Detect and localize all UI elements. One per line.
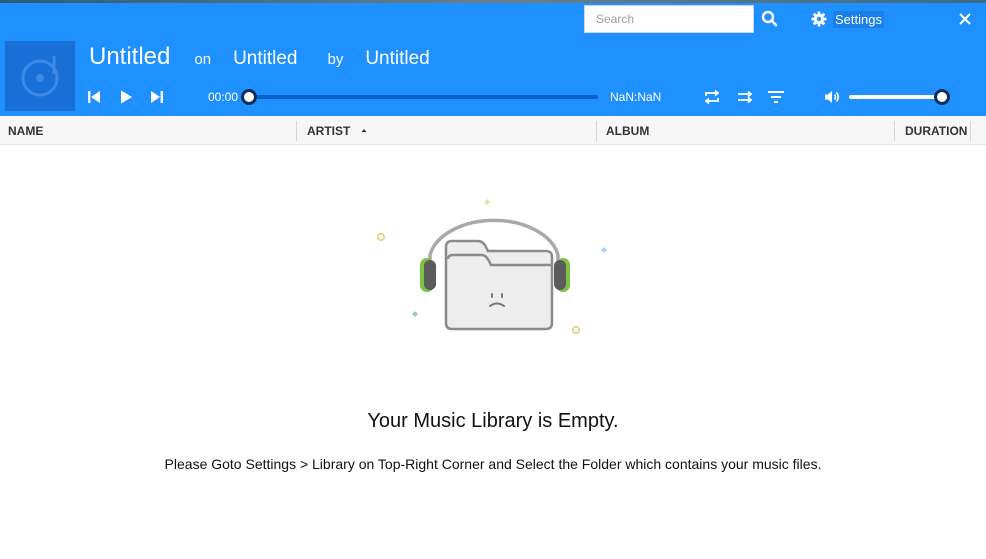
artist-name: Untitled — [365, 48, 430, 69]
close-button[interactable] — [957, 11, 973, 27]
shuffle-button[interactable] — [736, 88, 754, 106]
column-name[interactable]: NAME — [8, 117, 43, 145]
empty-library-title: Your Music Library is Empty. — [367, 410, 619, 432]
settings-button[interactable]: Settings — [811, 10, 884, 28]
close-icon — [959, 13, 971, 25]
song-title: Untitled — [89, 43, 171, 70]
album-title: Untitled — [233, 48, 298, 69]
volume-icon — [825, 91, 840, 103]
column-divider[interactable] — [970, 121, 971, 141]
next-icon — [151, 91, 163, 103]
by-label: by — [327, 51, 344, 68]
play-button[interactable] — [118, 89, 134, 105]
previous-icon — [88, 91, 100, 103]
current-time: 00:00 — [208, 90, 239, 104]
seek-handle[interactable] — [241, 89, 257, 105]
volume-slider[interactable] — [849, 95, 942, 99]
settings-label: Settings — [833, 10, 884, 28]
empty-library-message: Please Goto Settings > Library on Top-Ri… — [164, 456, 822, 472]
total-time: NaN:NaN — [610, 90, 662, 104]
previous-button[interactable] — [86, 89, 102, 105]
search-icon — [761, 10, 778, 27]
album-art-icon — [21, 56, 59, 97]
column-divider[interactable] — [596, 121, 597, 141]
repeat-icon — [704, 89, 720, 105]
volume-button[interactable] — [823, 88, 841, 106]
column-duration[interactable]: DURATION — [905, 117, 967, 145]
on-label: on — [194, 51, 212, 68]
column-artist[interactable]: ARTIST — [307, 117, 368, 145]
column-divider[interactable] — [296, 121, 297, 141]
now-playing-title: Untitled on Untitled by Untitled — [89, 43, 430, 79]
music-player-app: Settings Untitled on Untitled by Untitle… — [0, 0, 986, 559]
column-album[interactable]: ALBUM — [606, 117, 649, 145]
repeat-button[interactable] — [703, 88, 721, 106]
play-icon — [121, 90, 132, 104]
column-header-row: NAME ARTIST ALBUM DURATION — [0, 117, 986, 145]
seek-bar[interactable] — [249, 95, 598, 99]
empty-library-illustration — [376, 199, 607, 335]
shuffle-icon — [738, 90, 753, 104]
sort-ascending-icon — [361, 129, 367, 132]
next-button[interactable] — [149, 89, 165, 105]
filter-button[interactable] — [767, 88, 785, 106]
column-divider[interactable] — [894, 121, 895, 141]
gear-icon — [811, 11, 827, 27]
album-art — [5, 41, 75, 111]
volume-handle[interactable] — [934, 89, 950, 105]
filter-icon — [768, 91, 784, 103]
search-button[interactable] — [760, 9, 780, 29]
search-input[interactable] — [584, 5, 754, 33]
column-artist-label: ARTIST — [307, 124, 351, 138]
player-header: Settings Untitled on Untitled by Untitle… — [0, 3, 986, 116]
